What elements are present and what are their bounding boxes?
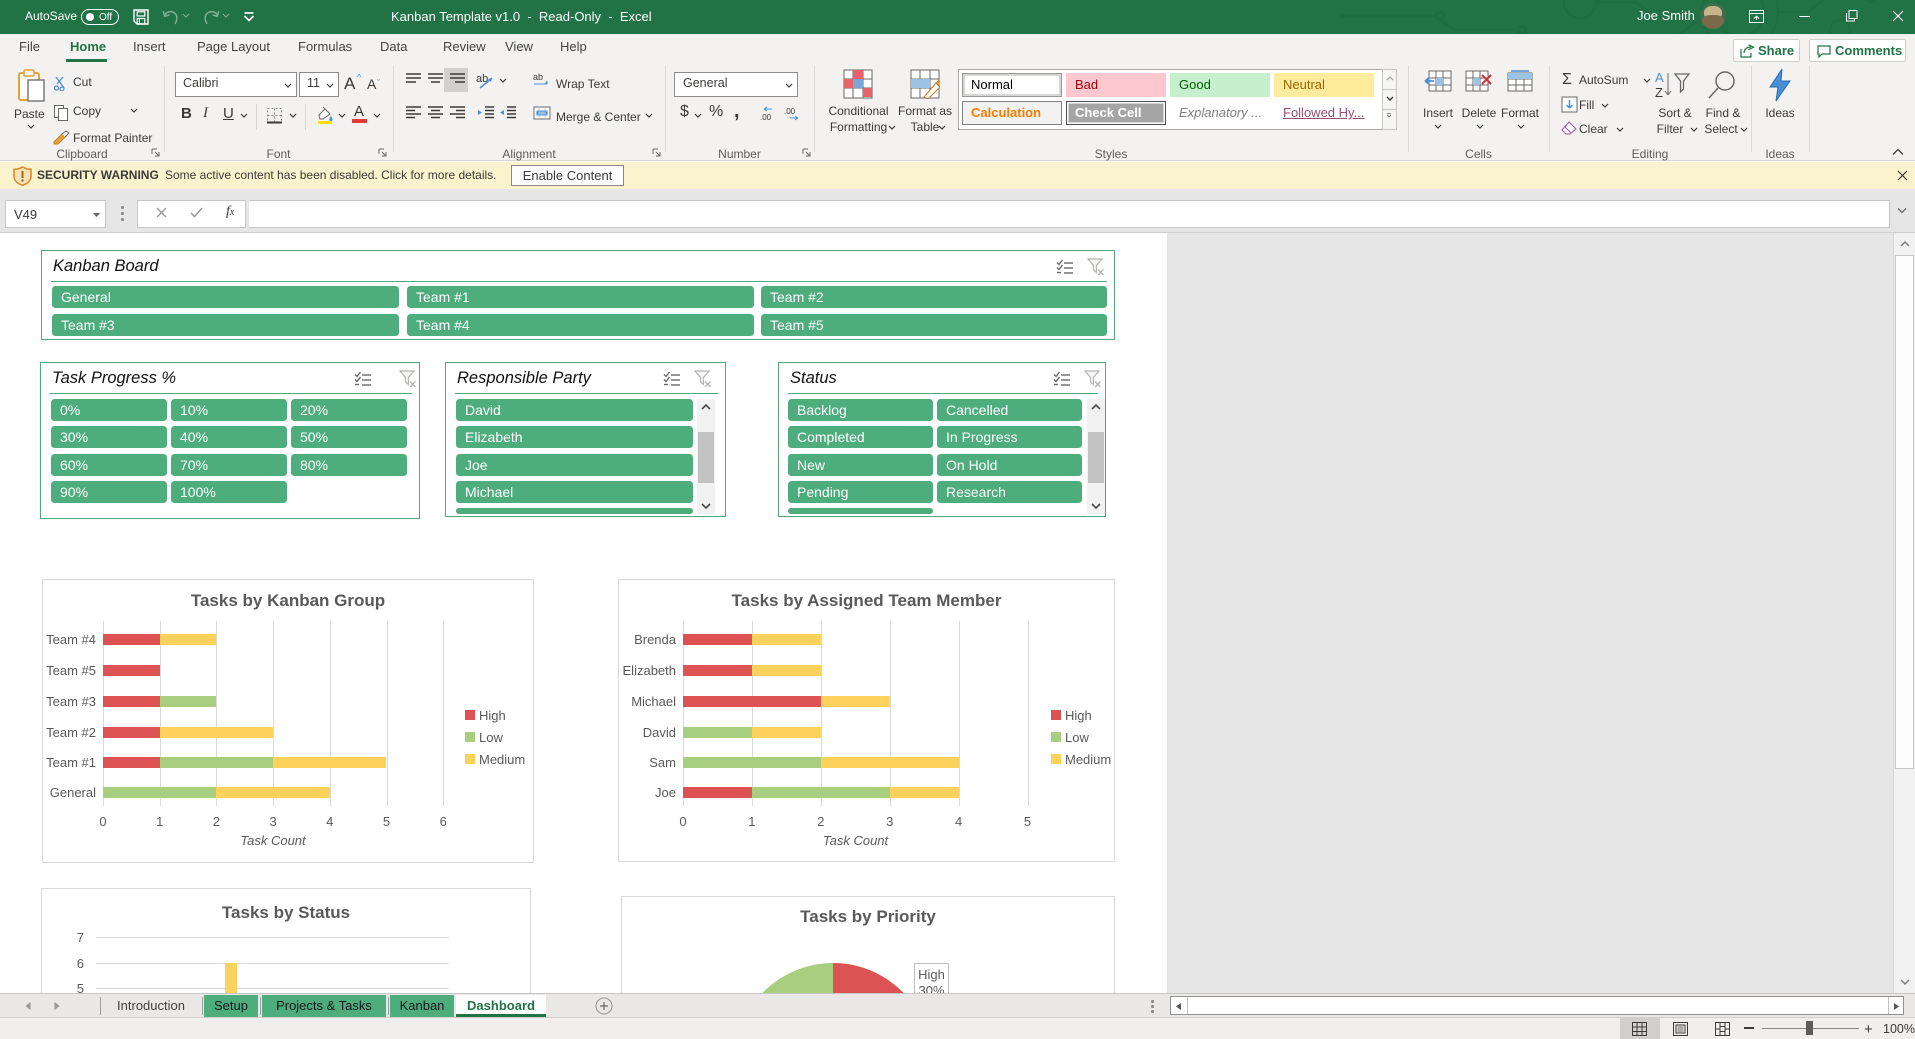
svg-text:A: A bbox=[1655, 70, 1664, 85]
svg-text:.00: .00 bbox=[784, 107, 796, 116]
svg-text:Z: Z bbox=[1655, 85, 1663, 100]
svg-text:ab: ab bbox=[533, 72, 543, 82]
svg-text:.00: .00 bbox=[760, 113, 772, 122]
